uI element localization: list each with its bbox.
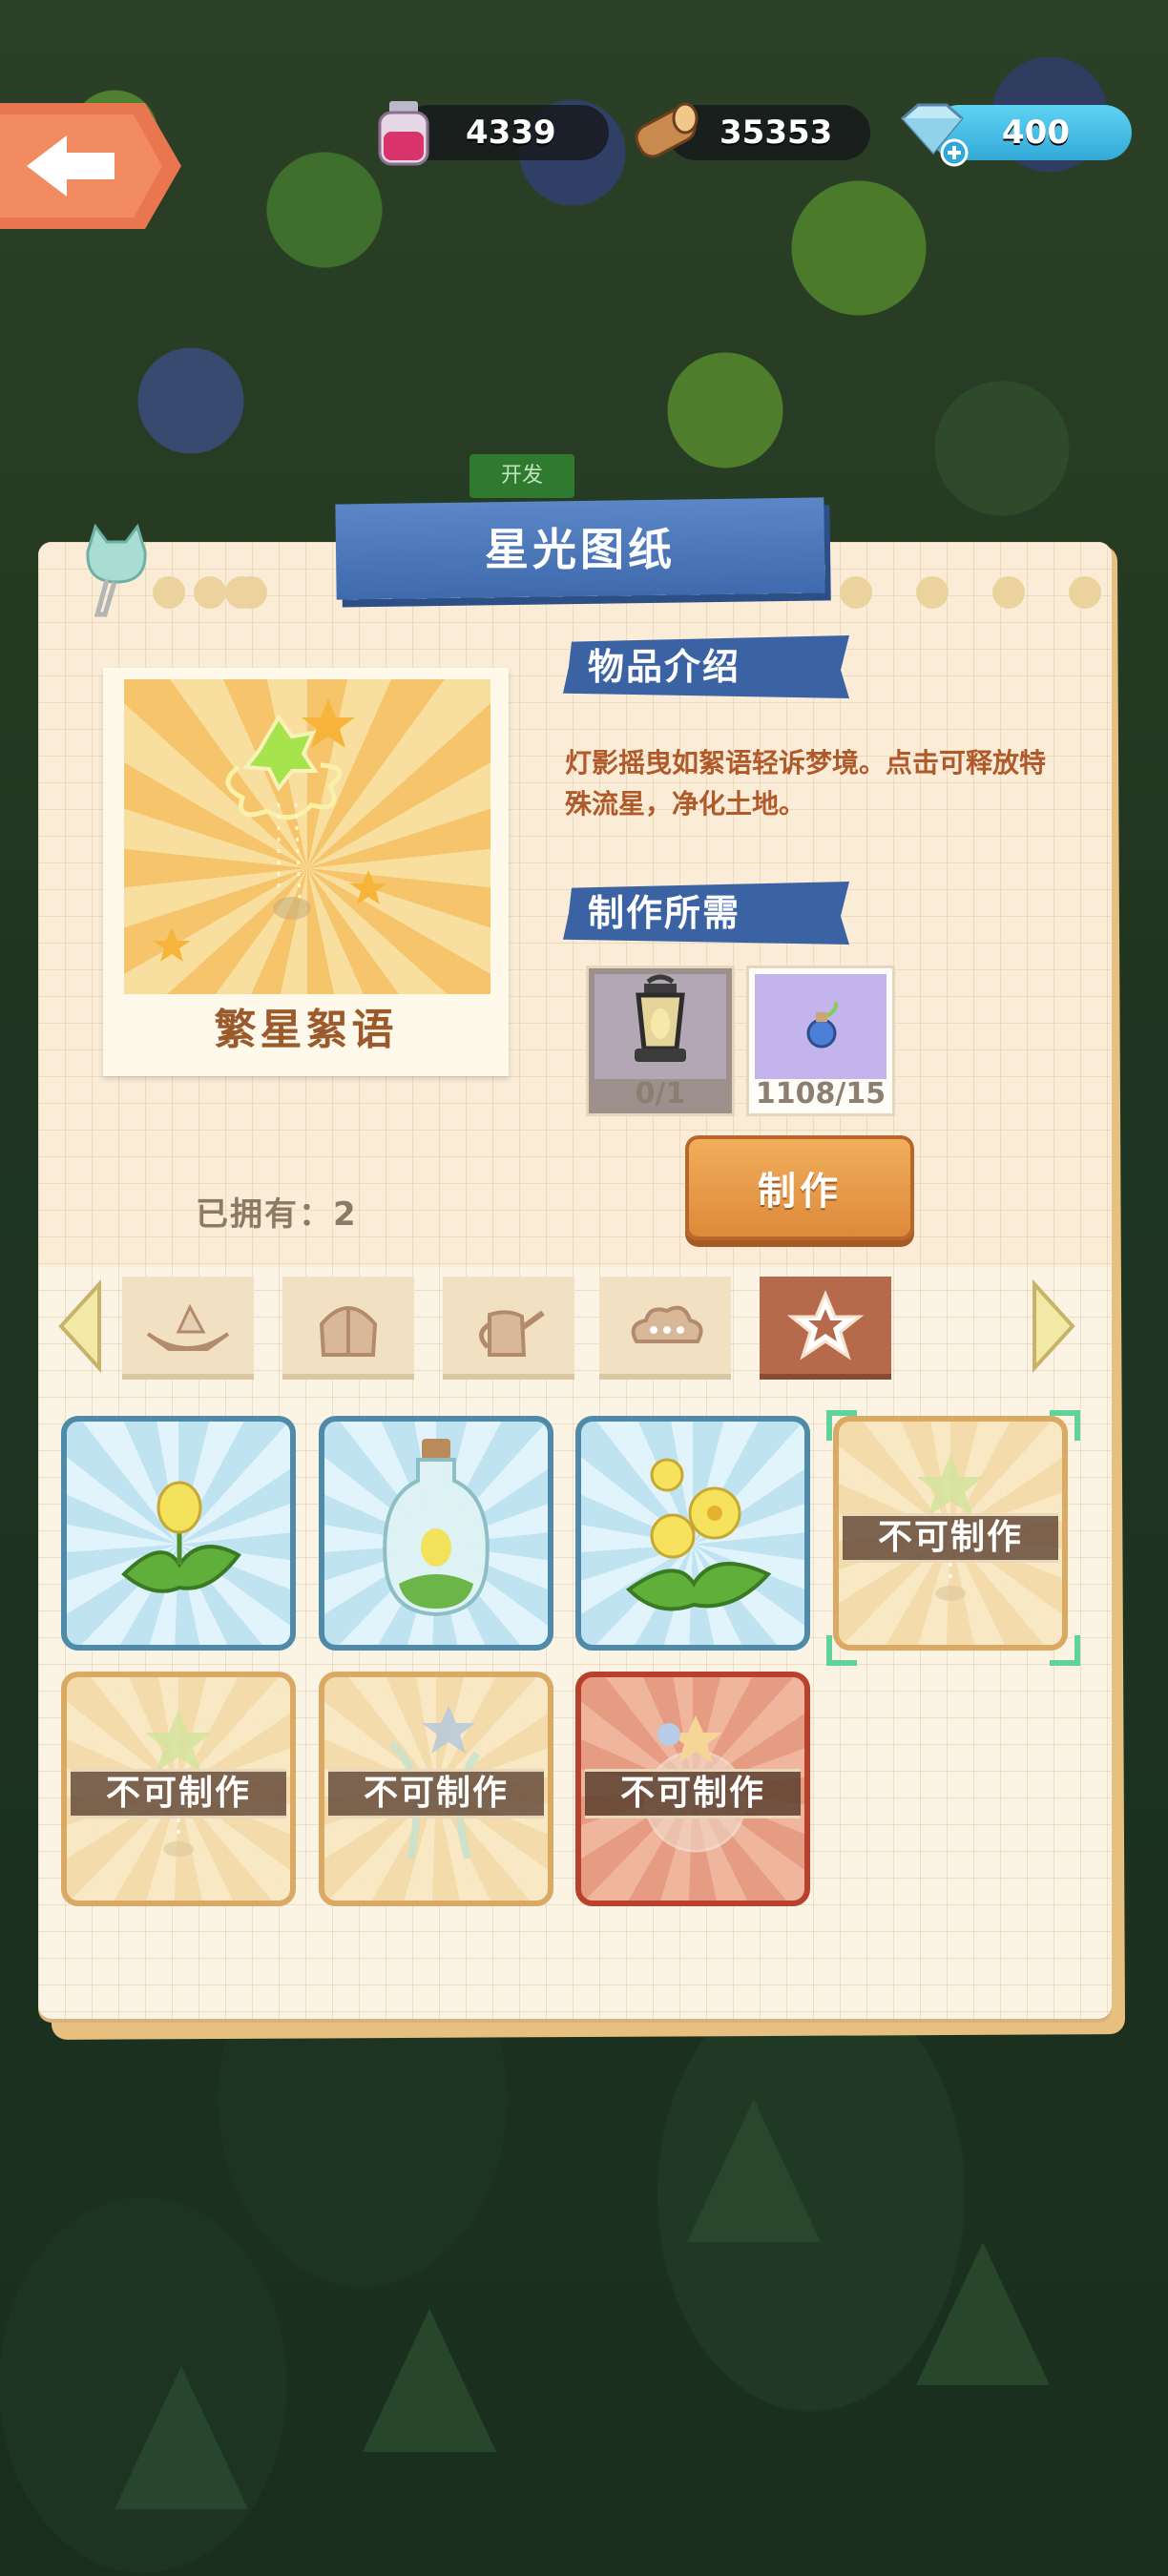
wood-log-icon	[635, 102, 699, 158]
yellow-flower-icon	[625, 1458, 772, 1611]
chevron-left-icon	[58, 1278, 101, 1374]
recipe-star-fountain[interactable]: 不可制作	[319, 1672, 553, 1906]
watering-can-icon	[479, 1310, 545, 1357]
recipe-star-lamp[interactable]: 不可制作	[61, 1672, 296, 1906]
ink-bottle-icon	[378, 101, 429, 166]
bottle-sprout-icon	[383, 1439, 490, 1617]
recipe-star-lamp-selected[interactable]: 不可制作	[833, 1416, 1068, 1651]
recipe-yellow-flower[interactable]	[575, 1416, 810, 1651]
binder-hole	[194, 576, 226, 609]
cloud-icon	[631, 1305, 703, 1343]
panel-title: 星光图纸	[485, 524, 676, 575]
boat-icon	[146, 1303, 230, 1351]
tab-next-arrow[interactable]	[1027, 1278, 1080, 1374]
tab-cloud[interactable]	[599, 1277, 731, 1380]
recipe-star-orb[interactable]: 不可制作	[575, 1672, 810, 1906]
recipe-bud-sprout[interactable]	[61, 1416, 296, 1651]
ink-value: 4339	[466, 114, 556, 152]
pine-tree	[115, 2366, 248, 2509]
diamond-value: 400	[1002, 114, 1070, 152]
recipe-bottle-sprout[interactable]	[319, 1416, 553, 1651]
tab-bag[interactable]	[282, 1277, 414, 1380]
tab-star[interactable]	[760, 1277, 891, 1380]
binder-hole	[153, 576, 185, 609]
requirements-label: 制作所需	[588, 892, 741, 934]
pine-tree	[687, 2099, 821, 2242]
pine-tree	[916, 2242, 1050, 2385]
material-count: 0/1	[635, 1077, 686, 1111]
intro-label: 物品介绍	[588, 646, 741, 688]
locked-label: 不可制作	[328, 1769, 544, 1818]
bag-icon	[319, 1306, 378, 1357]
back-button[interactable]	[0, 103, 181, 229]
owned-count: 已拥有：2	[196, 1195, 358, 1234]
tab-boat[interactable]	[122, 1277, 254, 1380]
craft-button[interactable]: 制作	[685, 1135, 914, 1240]
material-potion[interactable]: 1108/15	[746, 966, 895, 1116]
chevron-right-icon	[1032, 1278, 1075, 1374]
tab-prev-arrow[interactable]	[53, 1278, 107, 1374]
lantern-icon	[594, 974, 726, 1079]
binder-hole	[235, 576, 267, 609]
material-lantern[interactable]: 0/1	[586, 966, 735, 1116]
material-count: 1108/15	[755, 1077, 886, 1111]
star-lamp-icon	[153, 698, 387, 962]
diamond-icon	[900, 103, 969, 167]
item-name: 繁星絮语	[214, 1006, 398, 1054]
locked-label: 不可制作	[71, 1769, 286, 1818]
item-description: 灯影摇曳如絮语轻诉梦境。点击可释放特殊流星，净化土地。	[565, 747, 1047, 820]
binder-hole	[992, 576, 1025, 609]
dev-tag[interactable]: 开发	[469, 454, 574, 498]
star-icon	[786, 1290, 865, 1361]
selection-corner	[826, 1635, 857, 1666]
locked-label: 不可制作	[843, 1513, 1058, 1563]
cat-clip-icon	[86, 523, 147, 617]
potion-icon	[755, 974, 886, 1079]
wood-value: 35353	[720, 114, 833, 152]
binder-hole	[1069, 576, 1101, 609]
pine-tree	[363, 2309, 496, 2452]
selection-corner	[1050, 1410, 1080, 1441]
selection-corner	[1050, 1635, 1080, 1666]
binder-hole	[916, 576, 949, 609]
selection-corner	[826, 1410, 857, 1441]
tab-watering-can[interactable]	[443, 1277, 574, 1380]
binder-hole	[840, 576, 872, 609]
locked-label: 不可制作	[585, 1769, 801, 1818]
bud-sprout-icon	[121, 1481, 241, 1593]
